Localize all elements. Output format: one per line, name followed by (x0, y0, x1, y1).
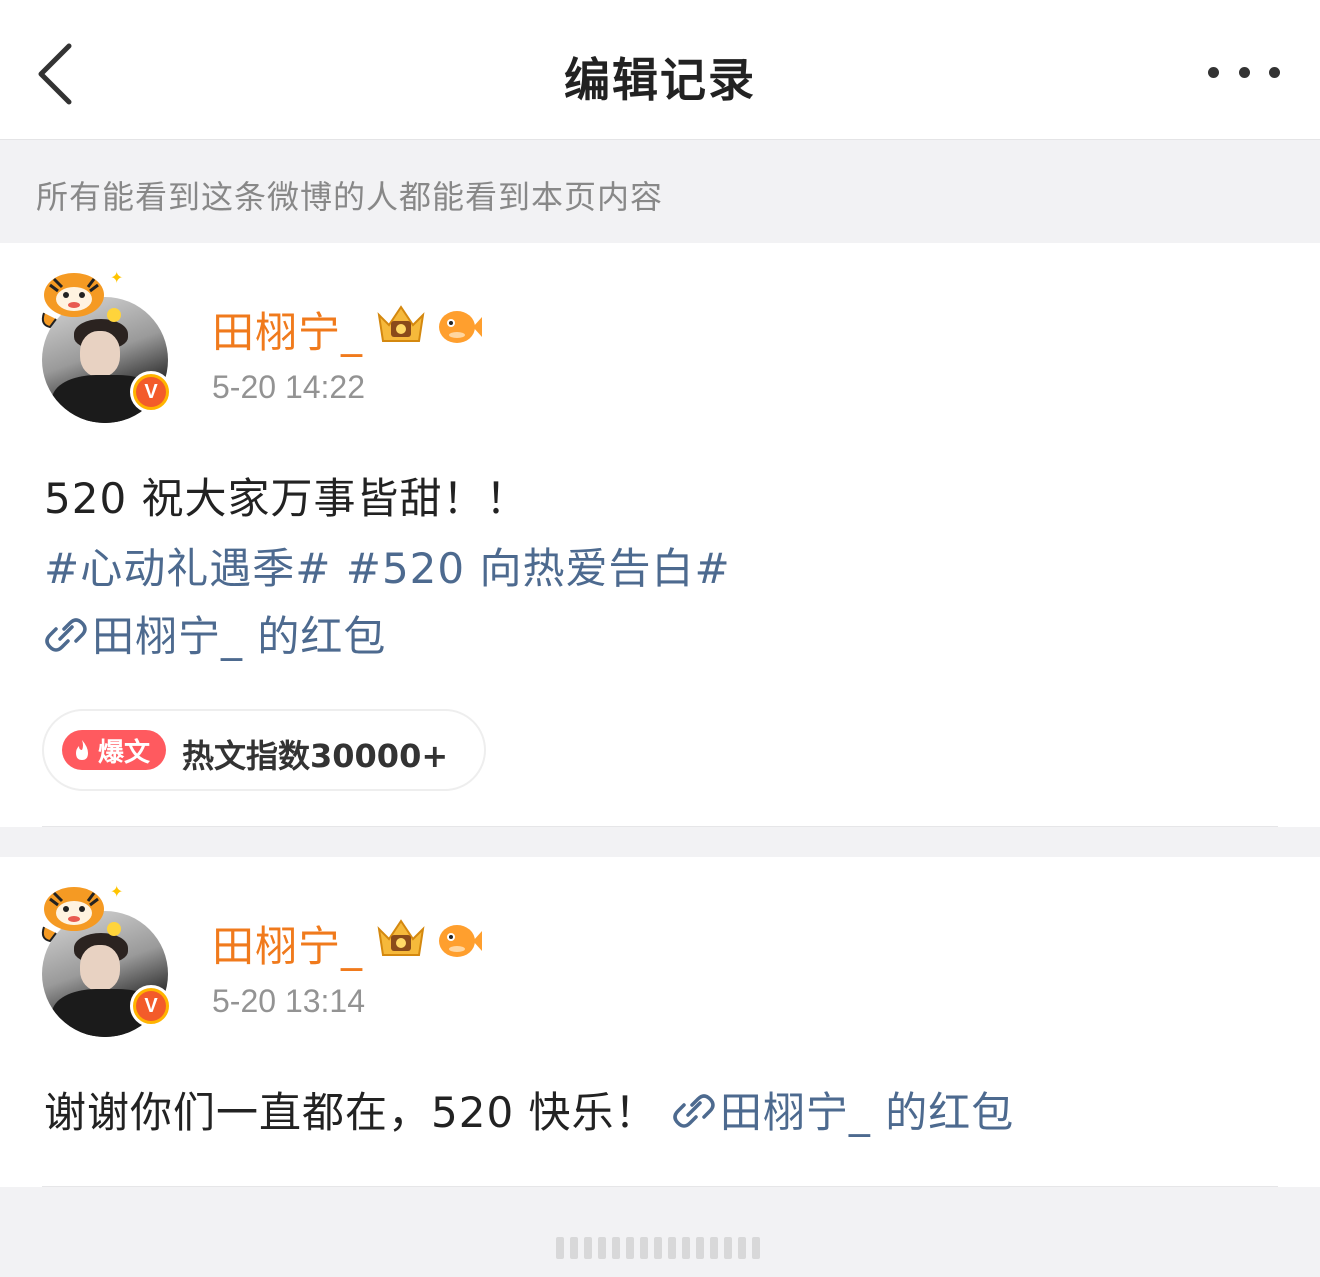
visibility-notice: 所有能看到这条微博的人都能看到本页内容 (36, 178, 664, 216)
divider (42, 826, 1278, 827)
avatar[interactable]: ✦ V (36, 879, 176, 1037)
fish-badge-icon (439, 311, 482, 343)
hashtag-line: #心动礼遇季# #520 向热爱告白# (44, 535, 731, 596)
crown-badge-icon (377, 919, 425, 956)
more-dots-icon (1208, 66, 1219, 78)
page-title: 编辑记录 (564, 53, 756, 107)
crown-badge-icon (377, 305, 425, 342)
hot-post-index-badge[interactable]: 爆文 热文指数30000+ (42, 709, 486, 791)
post-timestamp: 5-20 14:22 (212, 369, 366, 405)
red-packet-link-text[interactable]: 田栩宁_ 的红包 (720, 1088, 1014, 1137)
footer-loading-area (0, 1188, 1320, 1277)
red-packet-link[interactable]: 田栩宁_ 的红包 (672, 1088, 1014, 1137)
post-text: 谢谢你们一直都在，520 快乐！ 田栩宁_ 的红包 (44, 1088, 1015, 1137)
loading-indicator (556, 1234, 772, 1262)
svg-text:✦: ✦ (110, 268, 123, 287)
hot-post-tag: 爆文 (62, 730, 166, 770)
edit-history-card: ✦ V 田栩宁_ 5-20 13:14 谢谢你们一直都在，520 快乐！ 田栩宁… (0, 857, 1320, 1187)
hot-post-index-label: 热文指数30000+ (182, 737, 449, 775)
hashtag-link[interactable]: #心动礼遇季# (44, 544, 331, 593)
username[interactable]: 田栩宁_ (212, 299, 363, 360)
flame-icon (76, 740, 88, 760)
red-packet-link-text[interactable]: 田栩宁_ 的红包 (92, 612, 386, 661)
hashtag-link[interactable]: #520 向热爱告白# (346, 544, 731, 593)
post-text: 520 祝大家万事皆甜！！ (44, 474, 529, 523)
divider (42, 1186, 1278, 1187)
avatar[interactable]: ✦ V (36, 265, 176, 423)
tiger-avatar-pendant-icon: ✦ (41, 882, 123, 943)
tiger-avatar-pendant-icon: ✦ (41, 268, 123, 329)
navigation-bar: 编辑记录 (0, 0, 1320, 140)
edit-history-card: ✦ V 田栩宁_ 5-20 14:22 520 祝大家万事皆甜！！ #心动礼遇季… (0, 243, 1320, 827)
link-icon (45, 618, 87, 652)
verified-badge-icon: V (130, 985, 172, 1027)
username[interactable]: 田栩宁_ (212, 913, 363, 974)
red-packet-link[interactable]: 田栩宁_ 的红包 (44, 603, 386, 664)
more-options-button[interactable] (1208, 56, 1280, 88)
fish-badge-icon (439, 925, 482, 957)
svg-text:✦: ✦ (110, 882, 123, 901)
verified-badge-icon: V (130, 371, 172, 413)
link-icon (673, 1094, 715, 1128)
post-timestamp: 5-20 13:14 (212, 983, 366, 1019)
